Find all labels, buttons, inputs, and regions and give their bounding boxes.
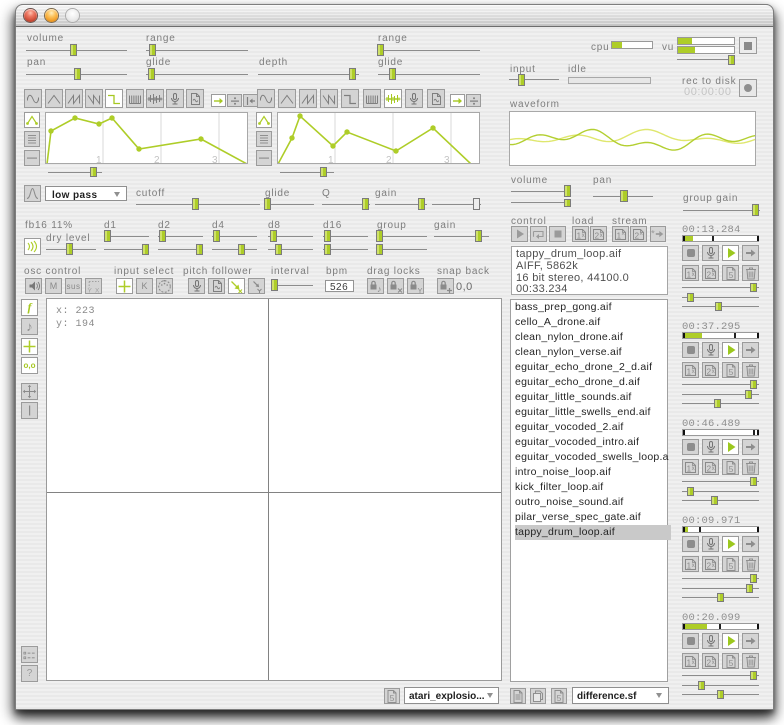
svg-text:x: x bbox=[692, 466, 695, 472]
svg-text:3: 3 bbox=[212, 155, 218, 163]
svg-text:5: 5 bbox=[728, 658, 733, 668]
svg-text:x: x bbox=[712, 272, 715, 278]
svg-text:x: x bbox=[712, 369, 715, 375]
svg-text:5: 5 bbox=[728, 270, 733, 280]
svg-text:1: 1 bbox=[328, 155, 334, 163]
svg-text:1: 1 bbox=[96, 155, 102, 163]
svg-text:x: x bbox=[692, 660, 695, 666]
svg-text:Y: Y bbox=[88, 287, 93, 294]
svg-text:x: x bbox=[712, 466, 715, 472]
svg-text:X: X bbox=[95, 287, 100, 294]
svg-text:5: 5 bbox=[728, 561, 733, 571]
svg-text:2: 2 bbox=[386, 155, 392, 163]
svg-text:5: 5 bbox=[557, 693, 562, 703]
svg-text:^: ^ bbox=[640, 233, 643, 239]
svg-text:x: x bbox=[692, 563, 695, 569]
svg-text:x: x bbox=[692, 272, 695, 278]
svg-text:x: x bbox=[582, 233, 585, 239]
svg-text:5: 5 bbox=[390, 693, 395, 703]
svg-text:x: x bbox=[600, 233, 603, 239]
svg-text:♪: ♪ bbox=[377, 284, 382, 294]
svg-text:5: 5 bbox=[728, 464, 733, 474]
svg-text:x: x bbox=[692, 369, 695, 375]
svg-text:3: 3 bbox=[444, 155, 450, 163]
svg-text:x: x bbox=[712, 660, 715, 666]
svg-text:*: * bbox=[651, 229, 655, 240]
svg-text:Y: Y bbox=[418, 286, 423, 294]
svg-text:x: x bbox=[712, 563, 715, 569]
svg-text:^: ^ bbox=[622, 233, 625, 239]
svg-text:2: 2 bbox=[154, 155, 160, 163]
svg-text:5: 5 bbox=[728, 367, 733, 377]
